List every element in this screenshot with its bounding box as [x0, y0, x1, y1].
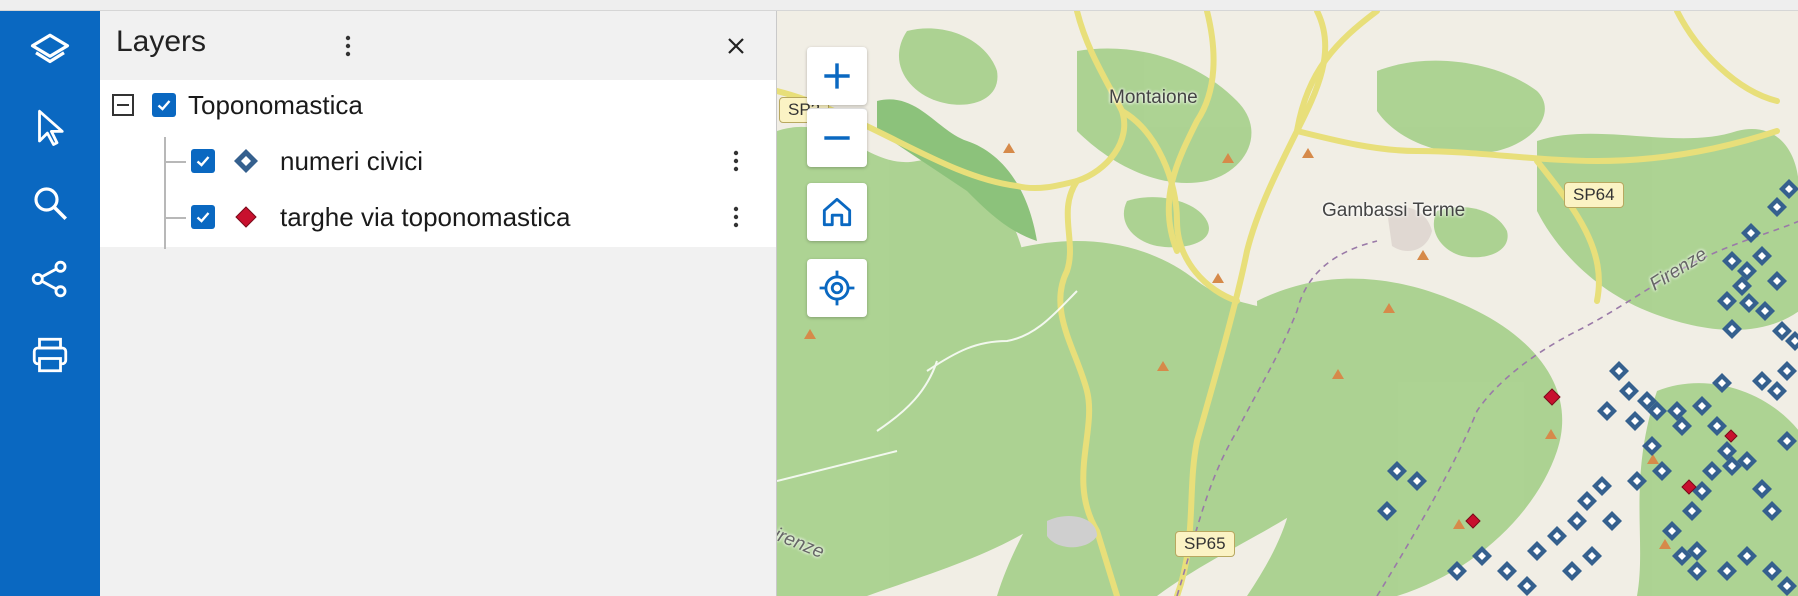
kebab-menu-icon — [733, 206, 739, 228]
search-tool-button[interactable] — [24, 177, 76, 229]
layer-row: targhe via toponomastica — [100, 193, 776, 241]
locate-icon — [819, 270, 855, 306]
group-label: Toponomastica — [188, 90, 363, 120]
share-tool-button[interactable] — [24, 253, 76, 305]
layer-label: targhe via toponomastica — [280, 202, 571, 232]
layer-checkbox[interactable] — [191, 205, 215, 229]
checkmark-icon — [196, 156, 210, 167]
home-icon — [822, 197, 852, 227]
place-label: Montaione — [1109, 87, 1198, 108]
close-icon — [728, 38, 744, 54]
side-toolbar — [0, 11, 100, 596]
blue-diamond-icon — [234, 149, 258, 173]
layer-label: numeri civici — [280, 146, 424, 176]
search-icon — [34, 187, 67, 220]
layer-menu-button[interactable] — [724, 201, 748, 233]
zoom-out-button[interactable] — [807, 108, 867, 167]
road-shield: SP64 — [1564, 182, 1624, 208]
zoom-out-icon — [824, 136, 850, 140]
layers-icon — [30, 33, 70, 64]
layer-checkbox[interactable] — [191, 149, 215, 173]
home-button[interactable] — [807, 183, 867, 241]
top-bar — [0, 0, 1798, 11]
panel-title: Layers — [116, 25, 207, 58]
layers-panel: Layers Toponomastica numeri civici targh… — [100, 11, 776, 596]
printer-icon — [32, 337, 68, 373]
close-panel-button[interactable] — [716, 29, 756, 63]
layer-tree: Toponomastica numeri civici targhe via t… — [100, 80, 776, 249]
panel-menu-button[interactable] — [336, 29, 360, 63]
map-view[interactable]: Montaione Gambassi Terme Firenze irenze … — [776, 11, 1798, 596]
print-tool-button[interactable] — [24, 329, 76, 381]
group-checkbox[interactable] — [152, 93, 176, 117]
map-tiles — [777, 11, 1798, 596]
zoom-in-button[interactable] — [807, 47, 867, 105]
kebab-menu-icon — [733, 150, 739, 172]
share-icon — [31, 260, 67, 298]
layers-tool-button[interactable] — [24, 25, 76, 77]
cursor-arrow-icon — [38, 109, 64, 146]
locate-button[interactable] — [807, 259, 867, 317]
checkmark-icon — [157, 100, 171, 111]
zoom-in-icon — [824, 63, 850, 89]
red-diamond-icon — [235, 206, 257, 228]
collapse-toggle[interactable] — [112, 94, 134, 116]
layer-group-row: Toponomastica — [100, 80, 776, 128]
place-label: Gambassi Terme — [1322, 200, 1466, 221]
road-shield: SP65 — [1175, 531, 1235, 557]
layer-menu-button[interactable] — [724, 145, 748, 177]
select-tool-button[interactable] — [24, 101, 76, 153]
layer-row: numeri civici — [100, 137, 776, 185]
kebab-menu-icon — [345, 35, 351, 57]
checkmark-icon — [196, 212, 210, 223]
